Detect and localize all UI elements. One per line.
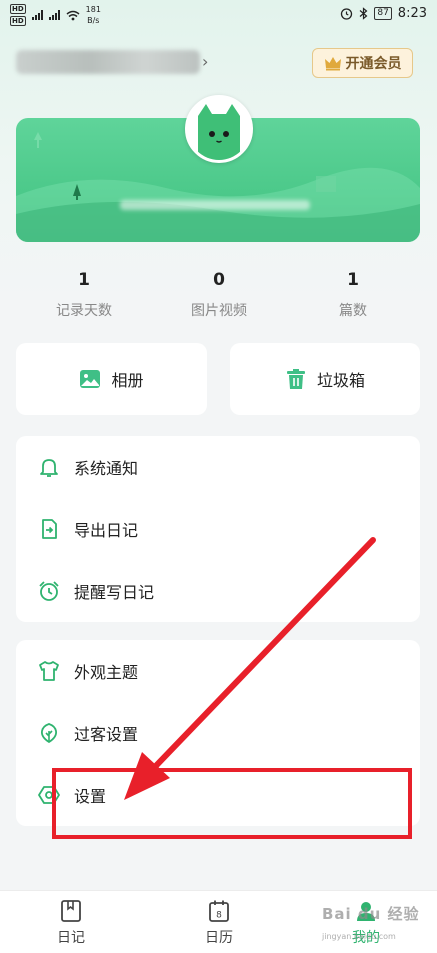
nav-label: 日记 — [57, 930, 85, 946]
status-left: HD HD 181 B/s — [10, 4, 101, 26]
image-icon — [80, 370, 101, 388]
album-button[interactable]: 相册 — [16, 343, 207, 415]
menu-item-export-diary[interactable]: 导出日记 — [16, 498, 420, 560]
net-speed-unit: B/s — [87, 16, 100, 25]
export-icon — [42, 519, 57, 539]
vip-label: 开通会员 — [345, 56, 402, 72]
diary-book-icon — [61, 900, 81, 922]
status-right: 87 8:23 — [340, 6, 427, 21]
clock: 8:23 — [397, 6, 427, 21]
trash-button[interactable]: 垃圾箱 — [230, 343, 420, 415]
watermark-logo: Bai du 经验 — [322, 905, 420, 923]
vip-button[interactable]: 开通会员 — [312, 48, 413, 78]
hd-icon: HD — [10, 16, 26, 26]
chevron-right-icon[interactable]: › — [202, 52, 208, 71]
nav-tab-diary[interactable]: 日记 — [16, 899, 126, 947]
stat-value: 1 — [78, 270, 90, 290]
banner-caption — [120, 200, 310, 210]
stat-value: 1 — [347, 270, 359, 290]
avatar[interactable] — [185, 95, 253, 163]
menu-label: 提醒写日记 — [74, 583, 155, 602]
menu-label: 系统通知 — [74, 459, 139, 478]
calendar-day-text: 8 — [216, 911, 222, 921]
watermark-url: jingyan.baidu.com — [322, 932, 396, 941]
net-speed-value: 181 — [85, 5, 101, 14]
annotation-highlight-box — [52, 768, 412, 839]
stat-record-days[interactable]: 1 记录天数 — [14, 268, 154, 320]
username[interactable] — [16, 50, 200, 74]
signal-icon — [31, 10, 43, 20]
stat-value: 0 — [213, 270, 225, 290]
menu-label: 外观主题 — [74, 663, 139, 682]
stat-label: 图片视频 — [191, 303, 247, 319]
cat-avatar-icon — [198, 104, 240, 160]
menu-item-theme[interactable]: 外观主题 — [16, 640, 420, 702]
net-speed: 181 B/s — [86, 5, 101, 25]
menu-group-notifications: 系统通知 导出日记 提醒写日记 — [16, 436, 420, 622]
alarm-clock-icon — [39, 581, 59, 601]
stat-label: 篇数 — [339, 303, 367, 319]
menu-item-passerby-settings[interactable]: 过客设置 — [16, 702, 420, 764]
menu-label: 过客设置 — [74, 725, 139, 744]
leaf-icon — [40, 723, 58, 744]
menu-item-system-notice[interactable]: 系统通知 — [16, 436, 420, 498]
nav-tab-calendar[interactable]: 8 日历 — [164, 899, 274, 947]
trash-icon — [286, 369, 305, 389]
stat-entries[interactable]: 1 篇数 — [283, 268, 423, 320]
menu-item-diary-reminder[interactable]: 提醒写日记 — [16, 560, 420, 622]
signal-icon — [48, 10, 60, 20]
trash-label: 垃圾箱 — [316, 371, 365, 390]
bell-icon — [40, 459, 58, 477]
hd-badges: HD HD — [10, 4, 26, 26]
calendar-icon: 8 — [209, 900, 229, 922]
status-bar: HD HD 181 B/s 87 8:23 — [0, 0, 437, 28]
wifi-icon — [66, 10, 80, 20]
hd-icon: HD — [10, 4, 26, 14]
album-label: 相册 — [111, 371, 144, 390]
nav-label: 日历 — [205, 930, 233, 946]
battery-indicator: 87 — [374, 7, 392, 20]
bluetooth-icon — [359, 7, 368, 20]
crown-icon — [324, 57, 341, 71]
stat-media[interactable]: 0 图片视频 — [149, 268, 289, 320]
stat-label: 记录天数 — [56, 303, 112, 319]
alarm-icon — [341, 8, 353, 20]
tshirt-icon — [39, 661, 59, 681]
menu-label: 导出日记 — [74, 521, 139, 540]
